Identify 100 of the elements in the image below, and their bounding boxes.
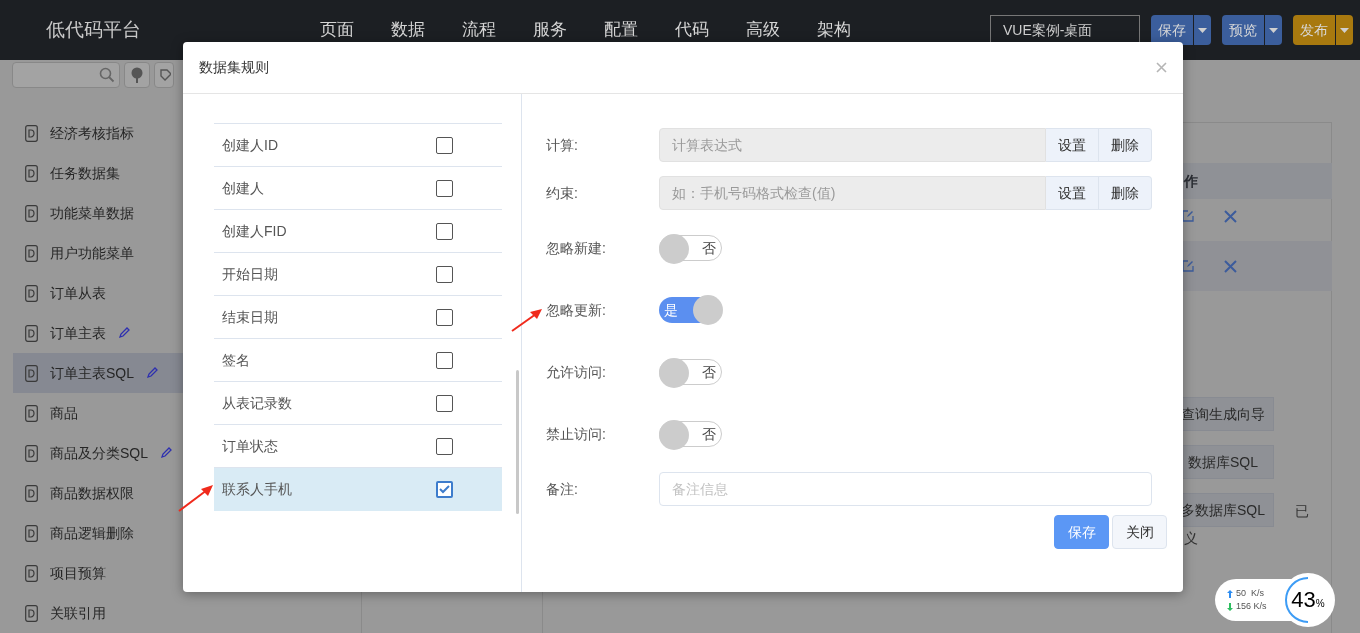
field-label: 计算: xyxy=(546,135,579,155)
field-row[interactable]: 结束日期 xyxy=(214,296,502,339)
caret-icon xyxy=(1198,27,1207,33)
nav-link[interactable]: 配置 xyxy=(604,17,638,43)
search-icon xyxy=(99,66,115,83)
field-label: 备注: xyxy=(546,479,579,499)
checkbox[interactable] xyxy=(436,179,453,197)
field-row[interactable]: 开始日期 xyxy=(214,253,502,296)
field-row[interactable]: 签名 xyxy=(214,339,502,382)
nav-link[interactable]: 服务 xyxy=(533,17,567,43)
nav-link[interactable]: 代码 xyxy=(675,17,709,43)
nav-link[interactable]: 数据 xyxy=(391,17,425,43)
pencil-icon[interactable] xyxy=(160,447,172,459)
checkbox[interactable] xyxy=(436,351,453,369)
search-field[interactable] xyxy=(12,61,120,88)
download-speed: 156 K/s xyxy=(1236,600,1267,613)
annotation-arrow xyxy=(510,307,544,333)
nav-link[interactable]: 流程 xyxy=(462,17,496,43)
nav-link[interactable]: 高级 xyxy=(746,17,780,43)
field-label: 忽略新建: xyxy=(546,238,607,258)
sidebar-item[interactable]: 订单从表 xyxy=(13,273,183,313)
label-text: 义 xyxy=(1184,529,1198,548)
remark-field[interactable]: 备注信息 xyxy=(659,472,1152,506)
upload-speed: 50 K/s xyxy=(1236,587,1264,600)
sidebar-item[interactable]: 商品逻辑删除 xyxy=(13,513,183,553)
field-label: 允许访问: xyxy=(546,362,607,382)
field-action-button[interactable]: 删除 xyxy=(1099,176,1152,210)
field-action-button[interactable]: 设置 xyxy=(1046,128,1099,162)
dropdown-button[interactable] xyxy=(1264,15,1282,45)
field-row[interactable]: 创建人 xyxy=(214,167,502,210)
toggle-switch[interactable]: 否 xyxy=(659,235,722,261)
toolbar-button[interactable]: 保存 xyxy=(1151,15,1193,45)
document-icon xyxy=(25,284,38,302)
app-title: 低代码平台 xyxy=(45,17,142,42)
checkbox[interactable] xyxy=(436,265,453,283)
document-icon xyxy=(25,564,38,582)
usage-percent: 43 xyxy=(1291,589,1316,611)
sidebar-item[interactable]: 功能菜单数据 xyxy=(13,193,183,233)
percent-sign: % xyxy=(1315,598,1325,611)
upload-arrow-icon xyxy=(1227,589,1233,598)
nav-link[interactable]: 页面 xyxy=(320,17,354,43)
toggle-switch[interactable]: 否 xyxy=(659,359,722,385)
tag-icon xyxy=(159,67,171,82)
sidebar-item[interactable]: 经济考核指标 xyxy=(13,113,183,153)
nav-link[interactable]: 架构 xyxy=(817,17,851,43)
sidebar-item[interactable]: 关联引用 xyxy=(13,593,183,633)
sidebar-item[interactable]: 任务数据集 xyxy=(13,153,183,193)
field-row[interactable]: 从表记录数 xyxy=(214,382,502,425)
pencil-icon[interactable] xyxy=(118,327,130,339)
sidebar-item[interactable]: 项目预算 xyxy=(13,553,183,593)
document-icon xyxy=(25,404,38,422)
annotation-arrow xyxy=(177,483,215,513)
status-text: 已 xyxy=(1295,502,1309,521)
checkbox[interactable] xyxy=(436,308,453,326)
dropdown-button[interactable] xyxy=(1193,15,1211,45)
document-icon xyxy=(25,364,38,382)
download-arrow-icon xyxy=(1227,602,1233,611)
pencil-icon[interactable] xyxy=(146,367,158,379)
toggle-switch[interactable]: 否 xyxy=(659,421,722,447)
column-header: 作 xyxy=(1184,171,1198,191)
document-icon xyxy=(25,524,38,542)
document-icon xyxy=(25,244,38,262)
checkmark-icon xyxy=(439,485,450,494)
field-row[interactable]: 联系人手机 xyxy=(214,468,502,511)
checkbox[interactable] xyxy=(436,222,453,240)
dropdown-button[interactable] xyxy=(1335,15,1353,45)
checkbox[interactable] xyxy=(436,481,453,498)
field-row[interactable]: 创建人FID xyxy=(214,210,502,253)
checkbox[interactable] xyxy=(436,394,453,412)
sidebar-item[interactable]: 订单主表 xyxy=(13,313,183,353)
document-icon xyxy=(25,124,38,142)
checkbox[interactable] xyxy=(436,437,453,455)
tree-icon xyxy=(130,66,144,83)
sidebar-item[interactable]: 商品数据权限 xyxy=(13,473,183,513)
tree-button[interactable] xyxy=(124,61,150,88)
field-label: 忽略更新: xyxy=(546,300,607,320)
caret-icon xyxy=(1340,27,1349,33)
document-icon xyxy=(25,444,38,462)
field-action-button[interactable]: 删除 xyxy=(1099,128,1152,162)
dialog-title: 数据集规则 xyxy=(199,58,269,77)
field-action-button[interactable]: 设置 xyxy=(1046,176,1099,210)
edit-icon[interactable] xyxy=(1182,210,1194,222)
sidebar-item[interactable]: 订单主表SQL xyxy=(13,353,183,393)
document-icon xyxy=(25,484,38,502)
document-icon xyxy=(25,324,38,342)
caret-icon xyxy=(1269,27,1278,33)
sidebar-item[interactable]: 商品及分类SQL xyxy=(13,433,183,473)
checkbox[interactable] xyxy=(436,136,453,154)
toolbar-button[interactable]: 预览 xyxy=(1222,15,1264,45)
field-row[interactable]: 创建人ID xyxy=(214,124,502,167)
document-icon xyxy=(25,204,38,222)
dialog-button[interactable]: 关闭 xyxy=(1112,515,1167,549)
sidebar-item[interactable]: 用户功能菜单 xyxy=(13,233,183,273)
edit-icon[interactable] xyxy=(1182,260,1194,272)
field-label: 禁止访问: xyxy=(546,424,607,444)
field-label: 约束: xyxy=(546,183,579,203)
document-icon xyxy=(25,164,38,182)
project-select[interactable]: VUE案例-桌面 xyxy=(990,15,1140,45)
sidebar-item[interactable]: 商品 xyxy=(13,393,183,433)
document-icon xyxy=(25,604,38,622)
